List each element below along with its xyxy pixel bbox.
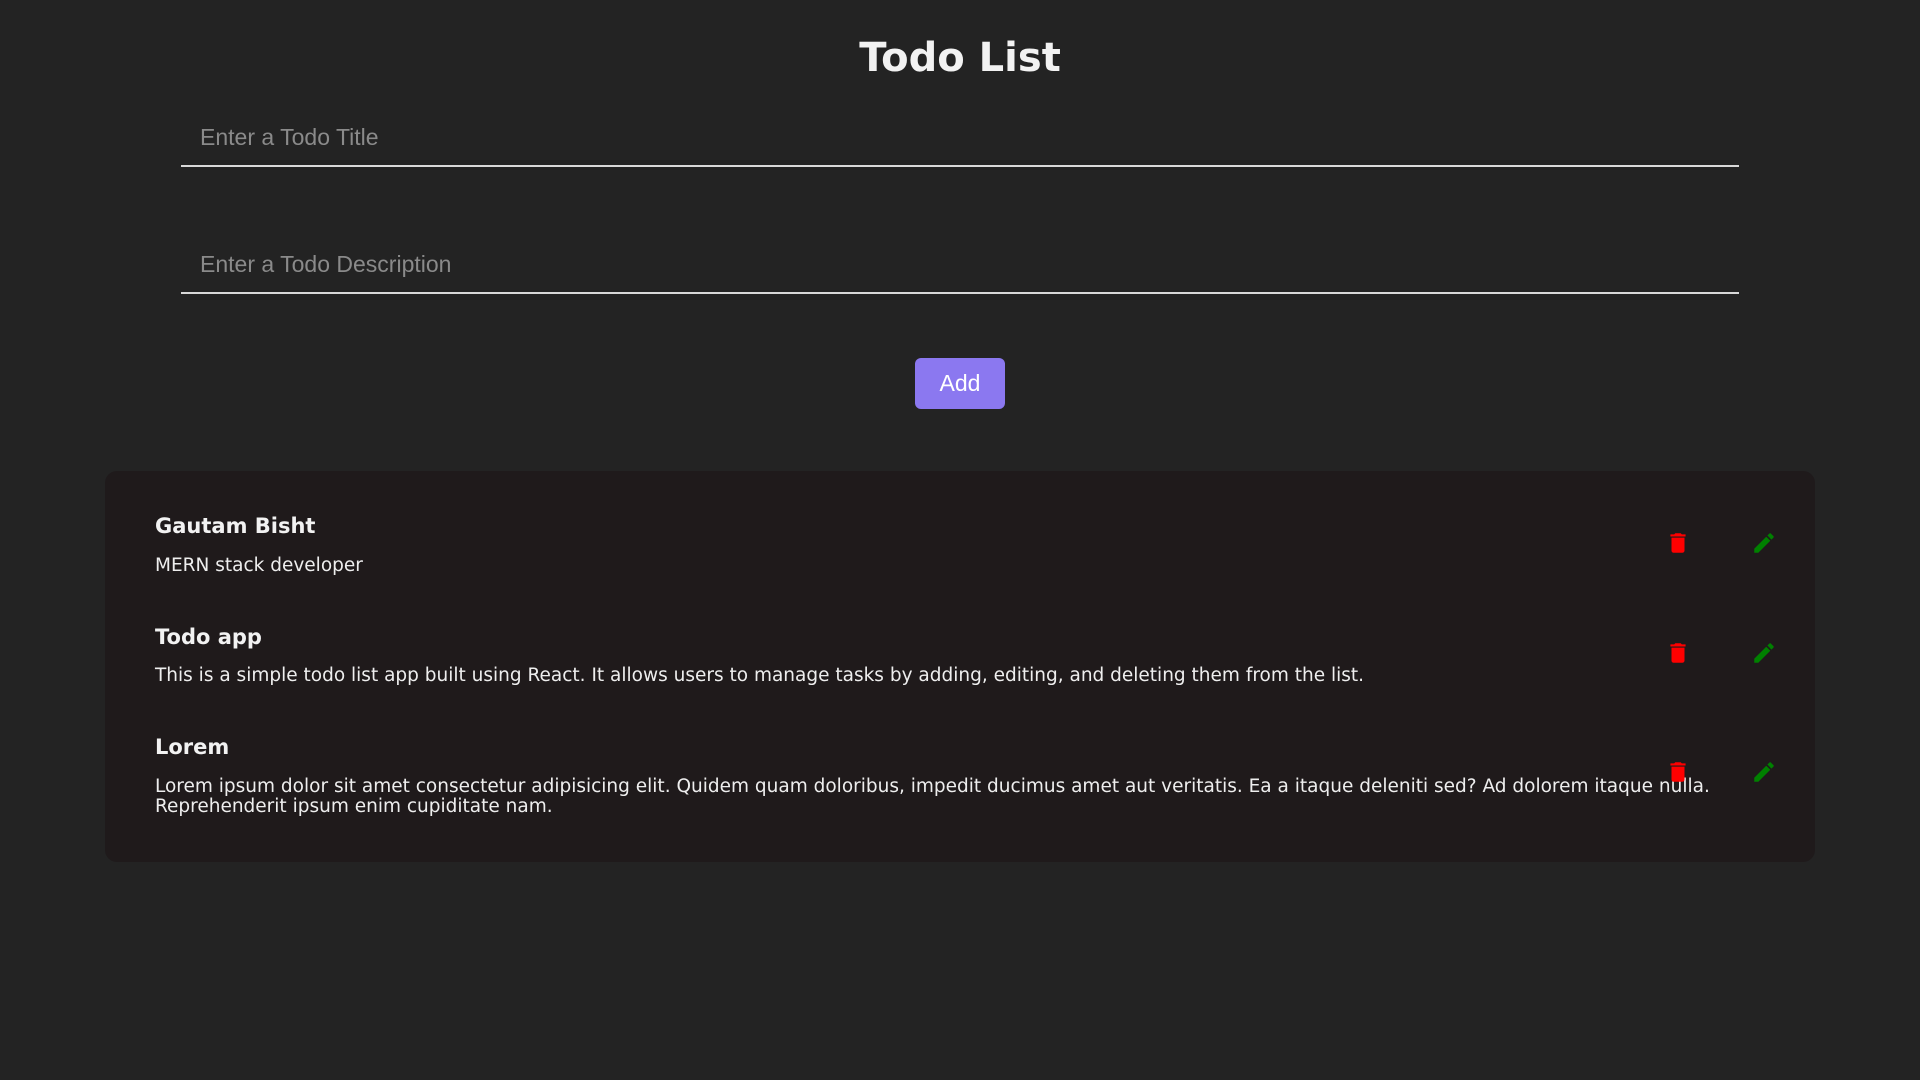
trash-icon[interactable] [1665, 530, 1691, 556]
pencil-icon[interactable] [1751, 530, 1777, 556]
todo-item-description: Lorem ipsum dolor sit amet consectetur a… [155, 776, 1710, 817]
todo-title-input[interactable] [181, 109, 1739, 167]
todo-item-description: This is a simple todo list app built usi… [155, 665, 1365, 686]
page-title: Todo List [859, 35, 1061, 81]
todo-list: Gautam Bisht MERN stack developer Todo a… [105, 471, 1815, 862]
todo-description-input[interactable] [181, 236, 1739, 294]
todo-item-title: Lorem [155, 735, 230, 759]
todo-item: Lorem Lorem ipsum dolor sit amet consect… [155, 733, 1805, 817]
pencil-icon[interactable] [1751, 759, 1777, 785]
todo-item: Gautam Bisht MERN stack developer [155, 512, 1805, 576]
add-button[interactable]: Add [915, 358, 1005, 409]
todo-app: Todo List Add Gautam Bisht MERN stack de… [0, 0, 1920, 1080]
trash-icon[interactable] [1665, 759, 1691, 785]
trash-icon[interactable] [1665, 640, 1691, 666]
pencil-icon[interactable] [1751, 640, 1777, 666]
todo-item-description: MERN stack developer [155, 555, 363, 576]
todo-item-title: Gautam Bisht [155, 514, 316, 538]
todo-item: Todo app This is a simple todo list app … [155, 623, 1805, 686]
todo-item-title: Todo app [155, 625, 262, 649]
